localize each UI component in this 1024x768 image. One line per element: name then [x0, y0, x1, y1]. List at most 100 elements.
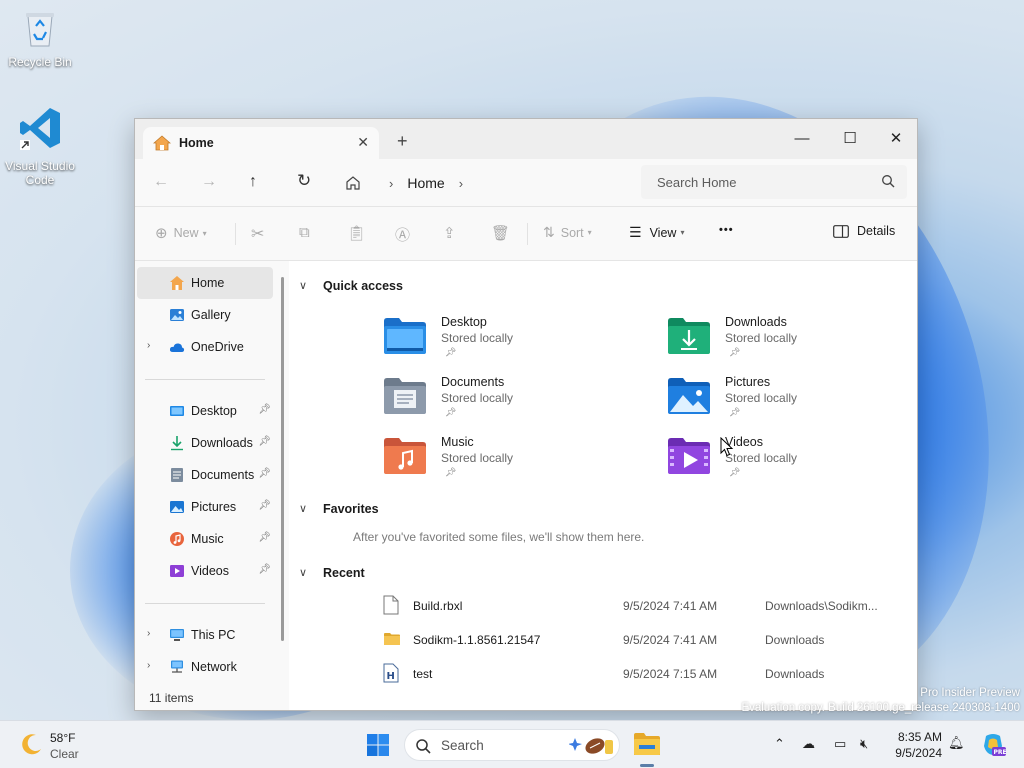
desktop-icon-label: Visual Studio Code: [5, 159, 75, 187]
copy-icon[interactable]: ⧉: [299, 224, 310, 241]
sidebar-item-network[interactable]: › Network: [137, 651, 273, 683]
sidebar-item-downloads[interactable]: Downloads 📌︎: [137, 427, 273, 459]
desktop-icon-recycle-bin[interactable]: Recycle Bin: [2, 8, 78, 69]
details-button[interactable]: Details: [833, 224, 895, 238]
tab-home[interactable]: Home ✕: [143, 127, 379, 159]
command-bar: ⊕ New ▾ ✂ ⧉ 📋︎ Ⓐ ⇪ 🗑︎ ⇅ Sort ▾ ☰ View ▾ …: [135, 207, 917, 261]
sidebar-item-pictures[interactable]: Pictures 📌︎: [137, 491, 273, 523]
minimize-button[interactable]: —: [779, 125, 825, 153]
quick-access-pictures[interactable]: Pictures Stored locally 📌︎: [667, 375, 917, 431]
recycle-bin-icon: [26, 13, 54, 47]
chevron-down-icon[interactable]: ∨: [299, 566, 307, 579]
sidebar-item-label: Network: [191, 660, 237, 674]
pin-icon[interactable]: 📌︎: [258, 468, 271, 479]
quick-access-music[interactable]: Music Stored locally 📌︎: [383, 435, 643, 491]
sidebar-scrollbar[interactable]: [281, 277, 284, 641]
refresh-icon[interactable]: ↻: [297, 171, 311, 191]
cut-icon[interactable]: ✂: [251, 224, 264, 244]
volume-muted-icon[interactable]: 🔇︎: [860, 736, 868, 752]
sidebar-item-label: OneDrive: [191, 340, 244, 354]
downloads-folder-icon: [668, 318, 710, 354]
sidebar-item-gallery[interactable]: Gallery: [137, 299, 273, 331]
breadcrumb-item-home[interactable]: Home: [407, 175, 444, 191]
folder-sublabel: Stored locally: [441, 331, 514, 345]
delete-icon[interactable]: 🗑︎: [491, 224, 510, 242]
quick-access-header[interactable]: Quick access: [323, 279, 403, 293]
chevron-down-icon[interactable]: ∨: [299, 502, 307, 515]
maximize-button[interactable]: ☐: [827, 125, 873, 153]
notification-bell-icon[interactable]: 🔔︎: [948, 735, 965, 751]
new-tab-button[interactable]: +: [397, 131, 408, 152]
rename-icon[interactable]: Ⓐ: [395, 224, 410, 245]
plus-circle-icon: ⊕: [155, 225, 168, 242]
pin-icon[interactable]: 📌︎: [258, 564, 271, 575]
forward-arrow-icon[interactable]: →: [201, 173, 217, 191]
folder-sublabel: Stored locally: [725, 331, 798, 345]
paste-icon[interactable]: 📋︎: [347, 224, 366, 242]
quick-access-desktop[interactable]: Desktop Stored locally 📌︎: [383, 315, 643, 371]
favorites-header[interactable]: Favorites: [323, 502, 379, 516]
onedrive-offline-icon[interactable]: ☁︎: [802, 736, 815, 752]
sidebar-item-videos[interactable]: Videos 📌︎: [137, 555, 273, 587]
chevron-right-icon[interactable]: ›: [147, 628, 150, 639]
view-button[interactable]: ☰ View ▾: [629, 224, 684, 241]
windows-start-icon[interactable]: [366, 733, 390, 757]
file-explorer-taskbar-icon[interactable]: [632, 731, 662, 759]
sidebar-item-music[interactable]: Music 📌︎: [137, 523, 273, 555]
recent-file-row[interactable]: H test 9/5/2024 7:15 AM Downloads: [383, 661, 903, 689]
chevron-right-icon[interactable]: ›: [459, 176, 463, 191]
sidebar-item-label: Desktop: [191, 404, 237, 418]
chevron-up-icon[interactable]: ⌃: [774, 736, 785, 752]
up-arrow-icon[interactable]: ↑: [249, 173, 257, 191]
share-icon[interactable]: ⇪: [443, 224, 456, 242]
home-icon: [153, 135, 171, 151]
sort-button[interactable]: ⇅ Sort ▾: [543, 224, 592, 241]
back-arrow-icon[interactable]: ←: [153, 173, 169, 191]
network-icon: [171, 660, 183, 673]
blank-file-icon: [383, 595, 399, 615]
pin-icon[interactable]: 📌︎: [258, 500, 271, 511]
pin-icon[interactable]: 📌︎: [258, 532, 271, 543]
sidebar-item-this-pc[interactable]: › This PC: [137, 619, 273, 651]
active-app-indicator: [640, 764, 654, 767]
clock[interactable]: 8:35 AM 9/5/2024: [888, 729, 942, 761]
breadcrumb[interactable]: › Home ›: [345, 167, 477, 199]
quick-access-downloads[interactable]: Downloads Stored locally 📌︎: [667, 315, 917, 371]
sidebar-item-onedrive[interactable]: › OneDrive: [137, 331, 273, 363]
chevron-right-icon[interactable]: ›: [147, 340, 150, 351]
sidebar-item-home[interactable]: Home: [137, 267, 273, 299]
mouse-cursor-icon: [720, 437, 734, 457]
sidebar-item-documents[interactable]: Documents 📌︎: [137, 459, 273, 491]
quick-access-documents[interactable]: Documents Stored locally 📌︎: [383, 375, 643, 431]
network-status-icon[interactable]: ▭: [834, 736, 846, 752]
recent-file-row[interactable]: Sodikm-1.1.8561.21547 9/5/2024 7:41 AM D…: [383, 627, 903, 655]
pictures-folder-icon: [668, 378, 710, 414]
taskbar-search[interactable]: Search: [404, 729, 620, 761]
tab-close-icon[interactable]: ✕: [357, 134, 369, 151]
chevron-down-icon[interactable]: ∨: [299, 279, 307, 292]
search-input[interactable]: Search Home: [641, 165, 907, 199]
explorer-body: Home Gallery › OneDrive Desktop 📌︎ Downl…: [135, 261, 917, 710]
recent-file-row[interactable]: Build.rbxl 9/5/2024 7:41 AM Downloads\So…: [383, 593, 903, 621]
new-button[interactable]: ⊕ New ▾: [155, 224, 207, 242]
this-pc-icon: [170, 629, 184, 641]
close-button[interactable]: ✕: [873, 125, 917, 153]
videos-folder-icon: [668, 438, 710, 474]
copilot-icon[interactable]: PRE: [980, 732, 1006, 758]
videos-icon: [170, 565, 184, 577]
desktop-folder-icon: [384, 318, 426, 354]
recent-header[interactable]: Recent: [323, 566, 365, 580]
pin-icon[interactable]: 📌︎: [258, 436, 271, 447]
more-options-button[interactable]: •••: [719, 224, 734, 236]
breadcrumb-home-icon[interactable]: [345, 175, 361, 191]
sidebar-item-desktop[interactable]: Desktop 📌︎: [137, 395, 273, 427]
folder-name: Downloads: [725, 315, 787, 329]
onedrive-cloud-icon: [169, 343, 185, 352]
pin-icon[interactable]: 📌︎: [258, 404, 271, 415]
taskbar: 58°F Clear Search ⌃ ☁︎ ▭ 🔇︎ 8:35 AM 9/5/…: [0, 720, 1024, 768]
item-count-status: 11 items: [149, 691, 194, 705]
desktop-icon-vscode[interactable]: Visual Studio Code: [2, 104, 78, 187]
documents-folder-icon: [384, 378, 426, 414]
quick-access-videos[interactable]: Videos Stored locally 📌︎: [667, 435, 917, 491]
chevron-right-icon[interactable]: ›: [147, 660, 150, 671]
